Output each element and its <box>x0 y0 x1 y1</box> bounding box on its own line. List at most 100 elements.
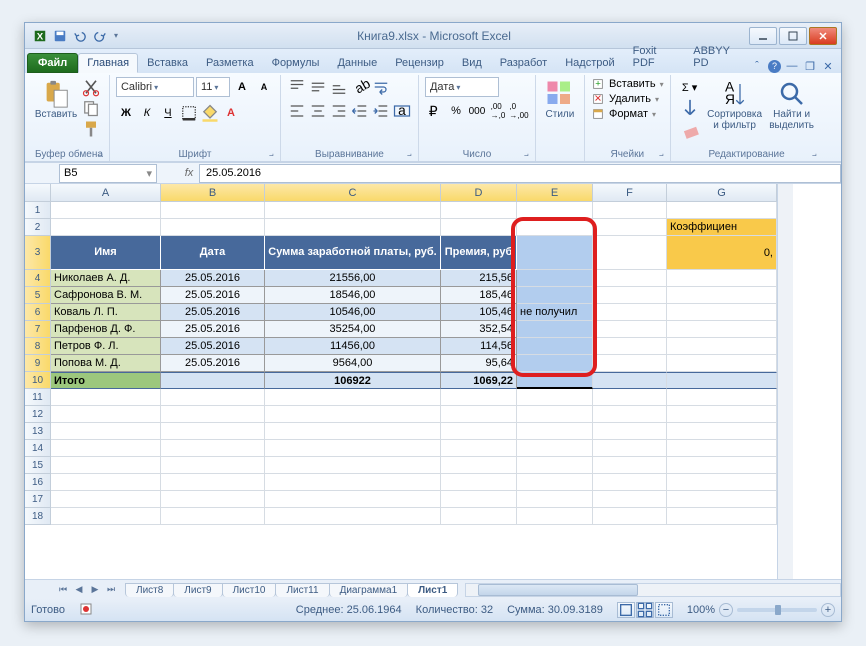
align-middle-button[interactable] <box>308 77 328 97</box>
col-header-d[interactable]: D <box>441 184 517 202</box>
cell-name[interactable]: Петров Ф. Л. <box>51 338 161 355</box>
tab-view[interactable]: Вид <box>453 53 491 73</box>
row-header[interactable]: 3 <box>25 236 51 270</box>
orientation-button[interactable]: ab <box>350 77 370 97</box>
table-header[interactable]: Дата <box>161 236 265 270</box>
col-header-b[interactable]: B <box>161 184 265 202</box>
cell-g3[interactable]: 0, <box>667 236 777 270</box>
row-header[interactable]: 2 <box>25 219 51 236</box>
row-header[interactable]: 18 <box>25 508 51 525</box>
increase-decimal-button[interactable]: ,00→,0 <box>488 101 508 121</box>
row-header[interactable]: 13 <box>25 423 51 440</box>
align-right-button[interactable] <box>329 101 349 121</box>
formula-input[interactable]: 25.05.2016 <box>199 164 841 183</box>
sheet-tab[interactable]: Лист1 <box>407 583 458 597</box>
zoom-out-button[interactable]: − <box>719 603 733 617</box>
tab-developer[interactable]: Разработ <box>491 53 556 73</box>
tab-review[interactable]: Рецензир <box>386 53 453 73</box>
autosum-button[interactable]: Σ ▾ <box>677 77 703 97</box>
sheet-tab[interactable]: Диаграмма1 <box>329 583 409 597</box>
merge-button[interactable]: a <box>392 101 412 121</box>
border-button[interactable] <box>179 103 199 123</box>
increase-indent-button[interactable] <box>371 101 391 121</box>
increase-font-button[interactable]: A <box>232 77 252 97</box>
close-button[interactable] <box>809 27 837 45</box>
table-header[interactable]: Премия, руб <box>441 236 517 270</box>
format-painter-button[interactable] <box>81 119 101 139</box>
row-header[interactable]: 8 <box>25 338 51 355</box>
italic-button[interactable]: К <box>137 103 157 123</box>
cell-name[interactable]: Коваль Л. П. <box>51 304 161 321</box>
minimize-ribbon-button[interactable]: ˆ <box>750 59 764 73</box>
view-normal-button[interactable] <box>617 602 635 618</box>
zoom-in-button[interactable]: + <box>821 603 835 617</box>
row-header[interactable]: 6 <box>25 304 51 321</box>
underline-button[interactable]: Ч <box>158 103 178 123</box>
help-button[interactable]: ? <box>768 60 781 73</box>
paste-button[interactable]: Вставить <box>35 77 77 120</box>
row-header[interactable]: 14 <box>25 440 51 457</box>
save-button[interactable] <box>51 27 69 45</box>
row-header[interactable]: 1 <box>25 202 51 219</box>
col-header-c[interactable]: C <box>265 184 441 202</box>
font-size-combo[interactable]: 11▾ <box>196 77 230 97</box>
number-format-combo[interactable]: Дата▾ <box>425 77 499 97</box>
tab-layout[interactable]: Разметка <box>197 53 263 73</box>
tab-abbyy[interactable]: ABBYY PD <box>684 41 750 73</box>
tab-file[interactable]: Файл <box>27 53 78 73</box>
row-header[interactable]: 7 <box>25 321 51 338</box>
copy-button[interactable] <box>81 98 101 118</box>
decrease-font-button[interactable]: A <box>254 77 274 97</box>
clear-button[interactable] <box>677 119 703 139</box>
horizontal-scrollbar[interactable] <box>465 583 841 597</box>
sort-filter-button[interactable]: AЯ Сортировка и фильтр <box>707 77 763 131</box>
sheet-nav-last[interactable]: ⏭ <box>103 582 119 598</box>
cell-name[interactable]: Попова М. Д. <box>51 355 161 372</box>
font-name-combo[interactable]: Calibri▾ <box>116 77 194 97</box>
decrease-decimal-button[interactable]: ,0→,00 <box>509 101 529 121</box>
cell-e6[interactable]: не получил <box>517 304 593 321</box>
col-header-g[interactable]: G <box>667 184 777 202</box>
col-header-f[interactable]: F <box>593 184 667 202</box>
sheet-nav-first[interactable]: ⏮ <box>55 582 71 598</box>
cell-total-label[interactable]: Итого <box>51 372 161 389</box>
doc-minimize-button[interactable]: — <box>785 59 799 73</box>
row-header[interactable]: 17 <box>25 491 51 508</box>
qat-dropdown[interactable]: ▾ <box>111 27 121 45</box>
row-header[interactable]: 10 <box>25 372 51 389</box>
view-pagebreak-button[interactable] <box>655 602 673 618</box>
row-header[interactable]: 4 <box>25 270 51 287</box>
styles-button[interactable]: Стили <box>542 77 578 120</box>
doc-restore-button[interactable]: ❐ <box>803 59 817 73</box>
font-color-button[interactable]: A <box>221 103 241 123</box>
align-bottom-button[interactable] <box>329 77 349 97</box>
table-header[interactable]: Сумма заработной платы, руб. <box>265 236 441 270</box>
vertical-scrollbar[interactable] <box>777 184 793 579</box>
align-left-button[interactable] <box>287 101 307 121</box>
row-header[interactable]: 16 <box>25 474 51 491</box>
zoom-label[interactable]: 100% <box>687 604 715 616</box>
delete-cells-button[interactable]: ✕Удалить▾ <box>591 92 659 106</box>
format-cells-button[interactable]: Формат▾ <box>591 107 656 121</box>
row-header[interactable]: 5 <box>25 287 51 304</box>
fx-button[interactable]: fx <box>179 164 199 182</box>
sheet-nav-next[interactable]: ▶ <box>87 582 103 598</box>
sheet-nav-prev[interactable]: ◀ <box>71 582 87 598</box>
zoom-slider[interactable] <box>737 608 817 612</box>
comma-button[interactable]: 000 <box>467 101 487 121</box>
minimize-button[interactable] <box>749 27 777 45</box>
sheet-tab[interactable]: Лист8 <box>125 583 174 597</box>
cell-g2[interactable]: Коэффициен <box>667 219 777 236</box>
tab-addins[interactable]: Надстрой <box>556 53 623 73</box>
undo-button[interactable] <box>71 27 89 45</box>
tab-formulas[interactable]: Формулы <box>263 53 329 73</box>
sheet-tab[interactable]: Лист9 <box>173 583 222 597</box>
row-header[interactable]: 11 <box>25 389 51 406</box>
wrap-text-button[interactable] <box>371 77 391 97</box>
col-header-e[interactable]: E <box>517 184 593 202</box>
bold-button[interactable]: Ж <box>116 103 136 123</box>
align-center-button[interactable] <box>308 101 328 121</box>
row-header[interactable]: 12 <box>25 406 51 423</box>
tab-home[interactable]: Главная <box>78 53 138 73</box>
decrease-indent-button[interactable] <box>350 101 370 121</box>
